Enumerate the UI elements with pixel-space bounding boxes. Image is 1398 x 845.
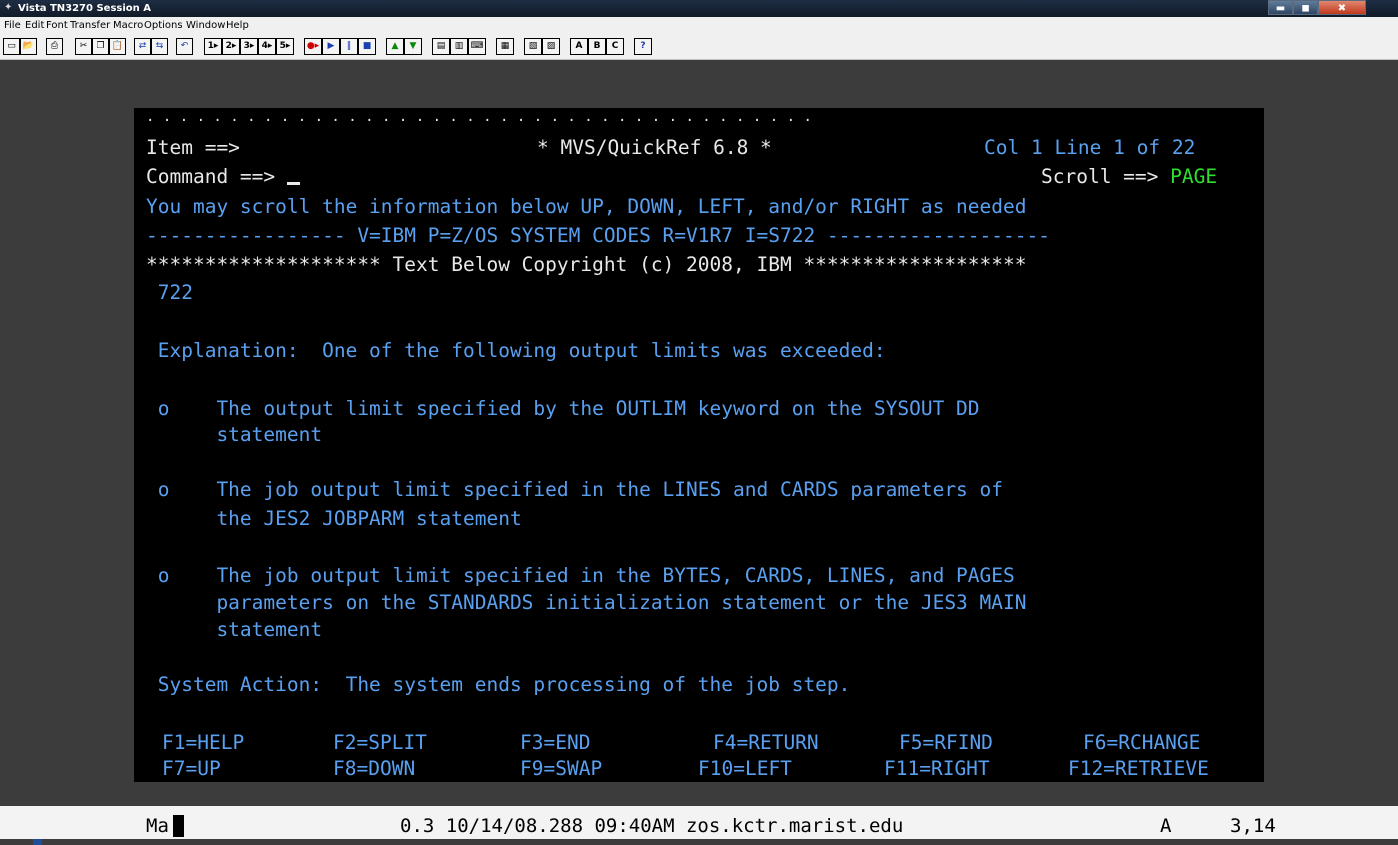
body-line: o The job output limit specified in the … — [146, 564, 1015, 587]
screen-copy-icon[interactable]: ▧ — [524, 38, 542, 55]
session-id: A — [1160, 815, 1172, 837]
close-button[interactable]: ✖ — [1318, 0, 1366, 15]
body-line: statement — [146, 423, 323, 446]
fkey-f11[interactable]: F11=RIGHT — [884, 758, 990, 780]
cut-icon[interactable]: ✂ — [75, 38, 92, 55]
fkey-f2[interactable]: F2=SPLIT — [333, 732, 427, 754]
window-title: Vista TN3270 Session A — [18, 3, 151, 14]
menu-options[interactable]: Options — [144, 19, 183, 32]
fkey-f3[interactable]: F3=END — [520, 732, 590, 754]
fkey-f10[interactable]: F10=LEFT — [698, 758, 792, 780]
minimize-button[interactable]: ▬ — [1268, 0, 1293, 15]
menu-window[interactable]: Window — [186, 19, 225, 32]
body-line: Explanation: One of the following output… — [146, 339, 886, 362]
record-icon[interactable]: ●▸ — [304, 38, 322, 55]
header-line: ----------------- V=IBM P=Z/OS SYSTEM CO… — [146, 224, 1050, 247]
fkey-f9[interactable]: F9=SWAP — [520, 758, 602, 780]
maximize-button[interactable]: ◼ — [1293, 0, 1318, 15]
open-icon[interactable]: 📂 — [20, 38, 37, 55]
play-icon[interactable]: ▶ — [322, 38, 340, 55]
fkey-f6[interactable]: F6=RCHANGE — [1083, 732, 1200, 754]
body-line: parameters on the STANDARDS initializati… — [146, 591, 1027, 614]
command-label: Command ==> — [146, 165, 276, 188]
help-icon[interactable]: ? — [634, 38, 652, 55]
fkey-f8[interactable]: F8=DOWN — [333, 758, 415, 780]
cursor-position: 3,14 — [1230, 815, 1276, 837]
macro-4-icon[interactable]: 4▸ — [258, 38, 276, 55]
menu-macro[interactable]: Macro — [113, 19, 143, 32]
macro-1-icon[interactable]: 1▸ — [204, 38, 222, 55]
dot-ruler: . . . . . . . . . . . . . . . . . . . . … — [146, 109, 812, 125]
disconnect-icon[interactable]: ⇆ — [151, 38, 168, 55]
session-c-icon[interactable]: C — [606, 38, 624, 55]
body-line: statement — [146, 618, 323, 641]
body-line: System Action: The system ends processin… — [146, 673, 851, 696]
screen-title: * MVS/QuickRef 6.8 * — [537, 136, 772, 159]
menu-bar: File Edit Font Transfer Macro Options Wi… — [0, 17, 1398, 34]
tn3270-app-icon[interactable]: ✦ — [4, 2, 15, 14]
title-bar: ✦ Vista TN3270 Session A ▬ ◼ ✖ — [0, 0, 1398, 17]
undo-icon[interactable]: ↶ — [176, 38, 193, 55]
scroll-hint: You may scroll the information below UP,… — [146, 195, 1027, 218]
body-line: o The output limit specified by the OUTL… — [146, 397, 980, 420]
session-list-icon[interactable]: ▥ — [450, 38, 468, 55]
body-line: o The job output limit specified in the … — [146, 478, 1004, 501]
body-line: 722 — [146, 281, 193, 304]
menu-font[interactable]: Font — [46, 19, 68, 32]
scroll-field: Scroll ==> PAGE — [1041, 166, 1217, 188]
hotspot-icon[interactable]: ▦ — [496, 38, 514, 55]
connect-icon[interactable]: ⇄ — [134, 38, 151, 55]
position-indicator: Col 1 Line 1 of 22 — [984, 136, 1196, 159]
fkey-f5[interactable]: F5=RFIND — [899, 732, 993, 754]
scroll-amount-input[interactable]: PAGE — [1170, 165, 1217, 188]
menu-transfer[interactable]: Transfer — [70, 19, 110, 32]
copyright-line: ******************** Text Below Copyrigh… — [146, 253, 1027, 276]
fkey-f7[interactable]: F7=UP — [162, 758, 221, 780]
stop-icon[interactable]: ■ — [358, 38, 376, 55]
copy-icon[interactable]: ❐ — [92, 38, 109, 55]
upload-icon[interactable]: ▲ — [386, 38, 404, 55]
text-cursor — [286, 182, 300, 185]
macro-3-icon[interactable]: 3▸ — [240, 38, 258, 55]
menu-help[interactable]: Help — [226, 19, 249, 32]
download-icon[interactable]: ▼ — [404, 38, 422, 55]
command-line[interactable]: Command ==> — [146, 166, 300, 188]
macro-5-icon[interactable]: 5▸ — [276, 38, 294, 55]
fkey-f4[interactable]: F4=RETURN — [713, 732, 819, 754]
new-icon[interactable]: ▭ — [3, 38, 20, 55]
status-indicator: Ma — [146, 815, 169, 837]
print-icon[interactable]: ⎙ — [46, 38, 63, 55]
fkey-f12[interactable]: F12=RETRIEVE — [1068, 758, 1209, 780]
macro-2-icon[interactable]: 2▸ — [222, 38, 240, 55]
paste-icon[interactable]: 📋 — [109, 38, 126, 55]
status-square-icon — [33, 839, 42, 845]
session-b-icon[interactable]: B — [588, 38, 606, 55]
item-label: Item ==> — [146, 136, 240, 159]
status-bar: Ma 0.3 10/14/08.288 09:40AM zos.kctr.mar… — [0, 806, 1398, 845]
session-a-icon[interactable]: A — [570, 38, 588, 55]
pause-icon[interactable]: ‖ — [340, 38, 358, 55]
menu-file[interactable]: File — [4, 19, 21, 32]
screen-print-icon[interactable]: ▨ — [542, 38, 560, 55]
fkey-f1[interactable]: F1=HELP — [162, 732, 244, 754]
properties-icon[interactable]: ▤ — [432, 38, 450, 55]
status-cursor-block — [173, 815, 184, 837]
terminal-screen[interactable]: . . . . . . . . . . . . . . . . . . . . … — [134, 108, 1264, 782]
scroll-label: Scroll ==> — [1041, 165, 1159, 188]
keyboard-map-icon[interactable]: ⌨ — [468, 38, 486, 55]
menu-edit[interactable]: Edit — [25, 19, 44, 32]
body-line: the JES2 JOBPARM statement — [146, 507, 522, 530]
session-info: 0.3 10/14/08.288 09:40AM zos.kctr.marist… — [400, 815, 904, 837]
toolbar: ▭ 📂 ⎙ ✂ ❐ 📋 ⇄ ⇆ ↶ 1▸ 2▸ 3▸ 4▸ 5▸ ●▸ ▶ ‖ … — [0, 34, 1398, 60]
